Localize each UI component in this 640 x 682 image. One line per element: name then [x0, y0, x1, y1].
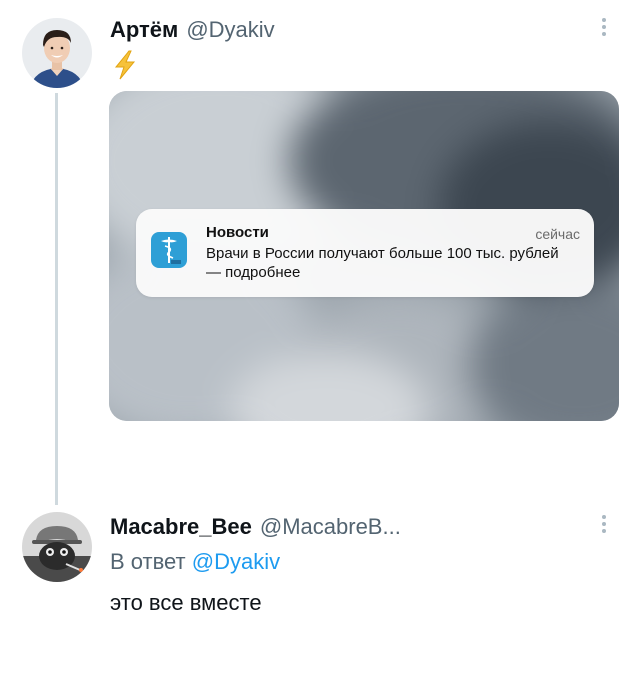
thread-connector-line — [55, 93, 58, 505]
author-handle[interactable]: @Dyakiv — [186, 17, 274, 43]
notification-time: сейчас — [535, 226, 580, 242]
reply-text: это все вместе — [110, 590, 262, 615]
lightning-bolt-emoji-icon — [112, 50, 138, 80]
notification-app-name: Новости — [206, 224, 269, 241]
replying-to-line: В ответ @Dyakiv — [110, 548, 280, 576]
reply-header: Macabre_Bee @MacabreB... — [110, 514, 401, 540]
caduceus-app-icon — [151, 232, 187, 268]
author-name[interactable]: Артём — [110, 17, 178, 43]
avatar[interactable] — [22, 512, 92, 582]
reply-to-handle-link[interactable]: @Dyakiv — [192, 549, 280, 574]
tweet-thread: Артём @Dyakiv Новости сейчас Врачи в Рос… — [0, 0, 640, 682]
avatar[interactable] — [22, 18, 92, 88]
notification-body: Врачи в России получают больше 100 тыс. … — [206, 245, 559, 281]
tweet-media-image[interactable]: Новости сейчас Врачи в России получают б… — [109, 91, 619, 421]
author-handle[interactable]: @MacabreB... — [260, 514, 401, 540]
push-notification[interactable]: Новости сейчас Врачи в России получают б… — [136, 209, 594, 297]
tweet-header: Артём @Dyakiv — [110, 17, 275, 43]
reply-prefix: В ответ — [110, 549, 186, 574]
more-options-icon[interactable] — [594, 511, 614, 537]
more-options-icon[interactable] — [594, 14, 614, 40]
author-name[interactable]: Macabre_Bee — [110, 514, 252, 540]
